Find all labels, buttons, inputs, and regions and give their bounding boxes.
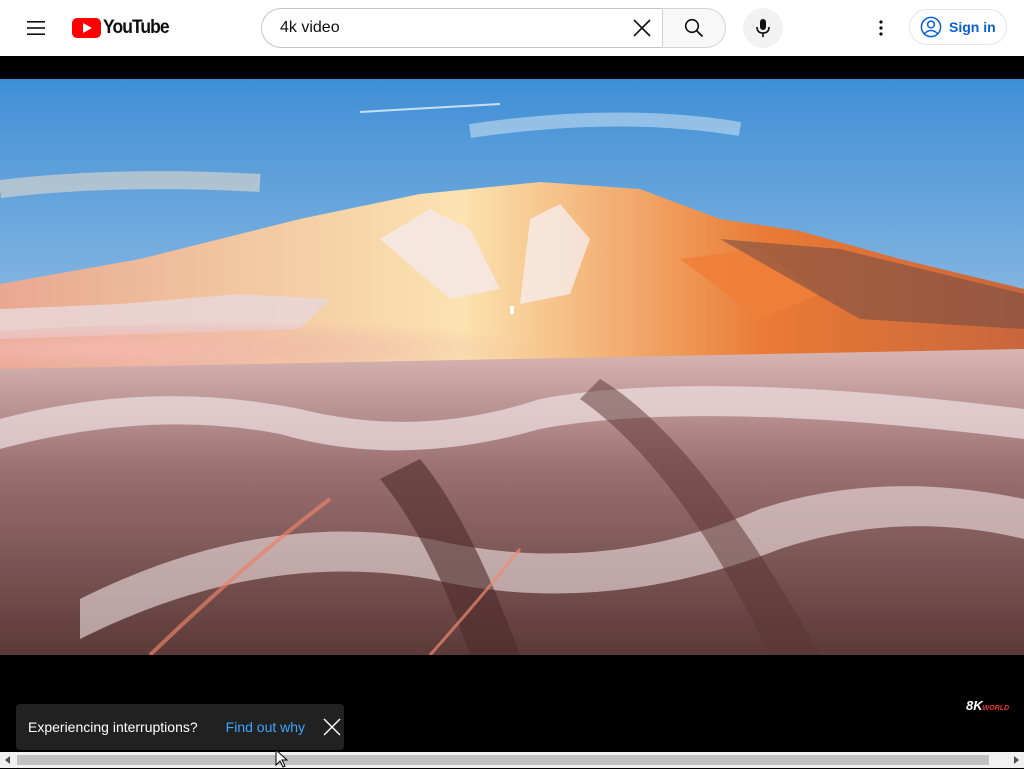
- search-input[interactable]: [278, 18, 622, 38]
- interruption-toast: Experiencing interruptions? Find out why: [16, 704, 344, 750]
- search-bar: [261, 8, 726, 48]
- logo-text: YouTube: [103, 17, 170, 38]
- toast-close-button[interactable]: [321, 716, 343, 738]
- watermark-sub: WORLD: [982, 705, 1010, 712]
- search-button[interactable]: [662, 8, 726, 48]
- youtube-logo-icon: [72, 18, 101, 38]
- guide-menu-button[interactable]: [16, 8, 56, 48]
- youtube-logo[interactable]: YouTube: [72, 17, 174, 39]
- find-out-why-link[interactable]: Find out why: [226, 719, 305, 735]
- sign-in-label: Sign in: [949, 19, 996, 35]
- scroll-left-button[interactable]: [0, 752, 16, 768]
- scroll-left-icon: [5, 756, 10, 764]
- watermark-main: 8K: [966, 698, 983, 713]
- cursor-icon: [275, 749, 289, 768]
- toast-message: Experiencing interruptions?: [28, 719, 198, 735]
- close-icon: [323, 718, 341, 736]
- video-player[interactable]: 8KWORLD: [0, 56, 1024, 752]
- account-icon: [920, 16, 942, 38]
- scroll-right-icon: [1014, 756, 1019, 764]
- video-frame[interactable]: [0, 79, 1024, 655]
- scrollbar-thumb[interactable]: [17, 755, 989, 765]
- settings-menu-button[interactable]: [861, 8, 901, 48]
- more-vert-icon: [879, 20, 883, 36]
- horizontal-scrollbar[interactable]: [0, 752, 1024, 768]
- mic-icon: [756, 19, 770, 37]
- sign-in-button[interactable]: Sign in: [909, 9, 1007, 45]
- scroll-right-button[interactable]: [1008, 752, 1024, 768]
- clear-icon: [633, 19, 651, 37]
- voice-search-button[interactable]: [743, 8, 783, 48]
- masthead: YouTube 4k video Sign in: [0, 0, 1024, 56]
- search-icon: [684, 18, 704, 38]
- channel-watermark: 8KWORLD: [966, 698, 1009, 713]
- menu-icon: [27, 21, 45, 35]
- clear-search-button[interactable]: [622, 8, 662, 48]
- mountain-video-image: [0, 79, 1024, 655]
- search-box: [261, 8, 662, 48]
